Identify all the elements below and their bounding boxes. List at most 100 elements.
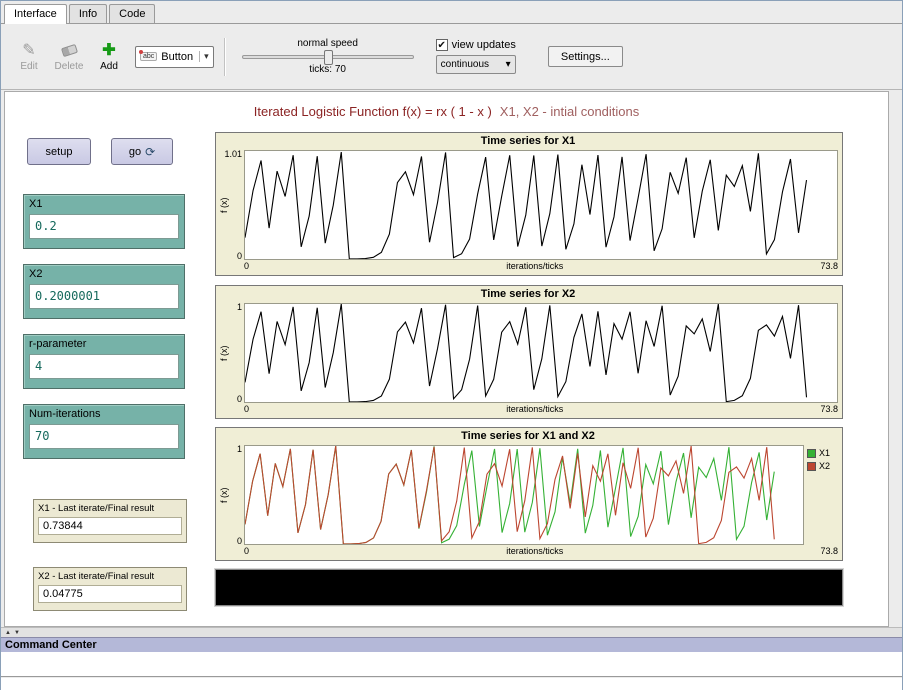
tab-interface[interactable]: Interface: [4, 4, 67, 24]
legend-item-x1: X1: [807, 448, 838, 458]
command-center-header: Command Center: [1, 637, 902, 652]
y-axis: 1 f (x) 0: [218, 303, 244, 403]
x-axis: 0 iterations/ticks 73.8: [244, 545, 838, 558]
netlogo-window: Interface Info Code ✎ Edit Delete ✚ Add …: [0, 0, 903, 690]
widget-type-chooser[interactable]: abc Button ▾: [135, 46, 214, 68]
input-label: X1: [29, 198, 179, 210]
x-max-label: 73.8: [820, 261, 838, 273]
splitter-up-icon[interactable]: ▲: [5, 629, 11, 637]
interface-canvas: Iterated Logistic Function f(x) = rx ( 1…: [4, 91, 889, 627]
splitter-down-icon[interactable]: ▼: [14, 629, 20, 637]
setup-button[interactable]: setup: [27, 138, 91, 165]
monitor-label: X2 - Last iterate/Final result: [38, 571, 182, 582]
x-max-label: 73.8: [820, 404, 838, 416]
model-title: Iterated Logistic Function f(x) = rx ( 1…: [5, 104, 888, 119]
delete-button-label: Delete: [55, 61, 84, 72]
y-axis-label: f (x): [219, 445, 229, 545]
x-axis: 0 iterations/ticks 73.8: [244, 260, 838, 273]
model-title-main: Iterated Logistic Function f(x) = rx ( 1…: [254, 104, 492, 119]
plot-area: [244, 445, 804, 545]
legend-item-x2: X2: [807, 461, 838, 471]
edit-button-label: Edit: [20, 61, 37, 72]
monitor-label: X1 - Last iterate/Final result: [38, 503, 182, 514]
input-widget-x2: X2 0.2000001: [23, 264, 185, 319]
x1-legend-swatch: [807, 449, 816, 458]
go-button[interactable]: go ⟳: [111, 138, 173, 165]
plot-title: Time series for X2: [218, 288, 838, 303]
go-button-label: go: [129, 146, 141, 158]
widget-type-value: Button: [161, 51, 193, 63]
add-widget-button[interactable]: ✚ Add: [89, 41, 129, 72]
update-mode-dropdown[interactable]: continuous ▾: [436, 55, 516, 74]
tab-info[interactable]: Info: [69, 4, 107, 23]
tab-code[interactable]: Code: [109, 4, 155, 23]
plot-time-series-x1-x2: Time series for X1 and X2 1 f (x) 0 X1: [215, 427, 843, 561]
num-iterations-input-field[interactable]: 70: [29, 424, 179, 449]
forever-icon: ⟳: [145, 145, 155, 159]
view-updates-row: ✔ view updates: [436, 39, 516, 51]
x2-series-line: [245, 304, 837, 402]
eraser-icon: [62, 41, 77, 59]
plot-time-series-x1: Time series for X1 1.01 f (x) 0 0 iterat…: [215, 132, 843, 276]
plot-time-series-x2: Time series for X2 1 f (x) 0 0 iteration…: [215, 285, 843, 419]
view-updates-label: view updates: [452, 39, 516, 51]
x-axis-label: iterations/ticks: [506, 261, 563, 273]
x-min-label: 0: [244, 546, 249, 558]
legend-label: X1: [819, 448, 830, 458]
toolbar: ✎ Edit Delete ✚ Add abc Button ▾ normal …: [1, 24, 902, 90]
plot-area: [244, 150, 838, 260]
command-center-splitter[interactable]: ▲ ▼: [1, 627, 902, 637]
monitor-value: 0.73844: [38, 517, 182, 535]
tab-bar: Interface Info Code: [1, 1, 902, 24]
input-label: X2: [29, 268, 179, 280]
button-widget-icon: abc: [140, 52, 157, 61]
ticks-counter: ticks: 70: [309, 64, 346, 75]
chevron-down-icon[interactable]: ▾: [199, 51, 209, 62]
y-min-label: 0: [237, 536, 242, 546]
x-min-label: 0: [244, 261, 249, 273]
edit-button[interactable]: ✎ Edit: [9, 41, 49, 72]
command-center-output: [1, 652, 902, 677]
x2-legend-swatch: [807, 462, 816, 471]
command-center-title: Command Center: [5, 639, 97, 651]
toolbar-separator: [224, 38, 226, 76]
x-min-label: 0: [244, 404, 249, 416]
y-min-label: 0: [237, 394, 242, 404]
chevron-down-icon: ▾: [506, 59, 511, 70]
view-updates-group: ✔ view updates continuous ▾: [436, 39, 516, 74]
x1-input-field[interactable]: 0.2: [29, 214, 179, 239]
legend-label: X2: [819, 461, 830, 471]
world-view[interactable]: [215, 569, 843, 606]
command-center-input[interactable]: [1, 678, 902, 690]
monitor-value: 0.04775: [38, 585, 182, 603]
x2-input-field[interactable]: 0.2000001: [29, 284, 179, 309]
settings-button[interactable]: Settings...: [548, 46, 623, 67]
delete-button[interactable]: Delete: [49, 41, 89, 72]
speed-slider-thumb[interactable]: [324, 50, 333, 65]
add-button-label: Add: [100, 61, 118, 72]
y-axis: 1.01 f (x) 0: [218, 150, 244, 260]
view-updates-checkbox[interactable]: ✔: [436, 39, 448, 51]
speed-slider-label: normal speed: [297, 38, 358, 49]
plot-legend: X1 X2: [804, 445, 838, 545]
monitor-x1-final: X1 - Last iterate/Final result 0.73844: [33, 499, 187, 543]
setup-button-label: setup: [46, 146, 73, 158]
plot-title: Time series for X1 and X2: [218, 430, 838, 445]
input-label: Num-iterations: [29, 408, 179, 420]
update-mode-value: continuous: [441, 59, 489, 70]
x-axis-label: iterations/ticks: [506, 404, 563, 416]
pencil-icon: ✎: [22, 41, 35, 59]
y-max-label: 1: [237, 302, 242, 312]
y-axis-label: f (x): [219, 303, 229, 403]
speed-slider[interactable]: [242, 55, 414, 59]
input-widget-r-parameter: r-parameter 4: [23, 334, 185, 389]
plus-icon: ✚: [102, 41, 115, 59]
x-axis-label: iterations/ticks: [506, 546, 563, 558]
model-title-sub: X1, X2 - intial conditions: [500, 104, 639, 119]
plot-title: Time series for X1: [218, 135, 838, 150]
plot-area: [244, 303, 838, 403]
y-axis: 1 f (x) 0: [218, 445, 244, 545]
r-parameter-input-field[interactable]: 4: [29, 354, 179, 379]
y-min-label: 0: [237, 251, 242, 261]
x1-x2-series-lines: [245, 446, 803, 544]
